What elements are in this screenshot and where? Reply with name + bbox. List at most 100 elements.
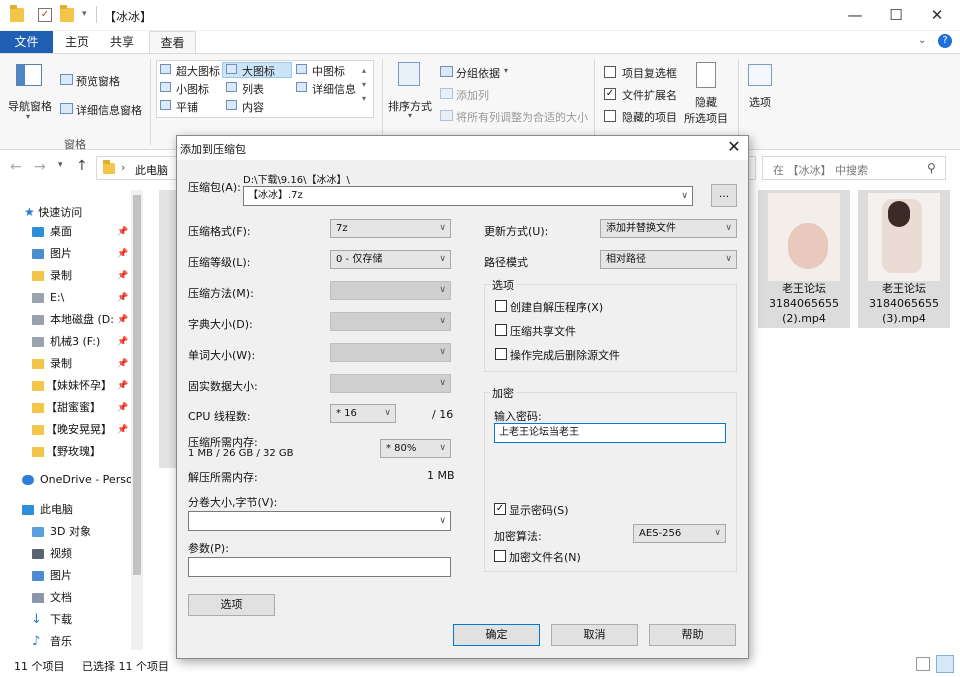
quick-access-dropdown-icon[interactable]: ▾	[82, 9, 87, 19]
nav-scrollbar-thumb[interactable]	[133, 195, 141, 575]
nav-item[interactable]: 机械3 (F:) 📌	[0, 332, 140, 352]
group-by-dropdown-icon[interactable]: ▾	[504, 66, 508, 75]
new-folder-icon[interactable]	[60, 5, 74, 22]
layout-list[interactable]: 列表	[242, 81, 264, 97]
search-input[interactable]: 在 【冰冰】 中搜索	[762, 156, 946, 180]
show-password-checkbox[interactable]: ✓	[494, 503, 506, 515]
nav-item[interactable]: 【甜蜜蜜】 📌	[0, 398, 140, 418]
layout-tiles[interactable]: 平铺	[176, 99, 198, 115]
breadcrumb-chevron-icon[interactable]: ›	[121, 161, 125, 174]
nav-pane-dropdown-icon[interactable]: ▾	[26, 112, 30, 121]
nav-item[interactable]: E:\ 📌	[0, 288, 140, 308]
tab-file[interactable]: 文件	[0, 31, 53, 53]
documents-icon	[32, 593, 44, 603]
nav-item[interactable]: 【晚安晃晃】 📌	[0, 420, 140, 440]
options-button[interactable]: 选项	[749, 94, 771, 110]
nav-item[interactable]: 视频	[0, 544, 140, 564]
memory-usage-select[interactable]: * 80% ∨	[380, 439, 451, 458]
item-checkboxes-checkbox[interactable]	[604, 66, 616, 78]
sort-by-icon[interactable]	[398, 62, 420, 86]
parameters-input[interactable]	[188, 557, 451, 577]
layout-content[interactable]: 内容	[242, 99, 264, 115]
group-by-icon[interactable]	[440, 66, 453, 77]
cancel-button[interactable]: 取消	[551, 624, 638, 646]
maximize-button[interactable]: ☐	[886, 5, 906, 25]
close-button[interactable]: ✕	[927, 5, 947, 25]
create-sfx-checkbox[interactable]	[495, 300, 507, 312]
hide-selected-button-line1[interactable]: 隐藏	[695, 94, 717, 110]
file-tile[interactable]: 老王论坛 3184065655 (3).mp4	[858, 190, 950, 328]
properties-icon[interactable]: ✓	[38, 8, 52, 22]
tab-share[interactable]: 共享	[102, 31, 142, 53]
breadcrumb-this-pc[interactable]: 此电脑	[135, 162, 168, 178]
nav-quick-access[interactable]: ★ 快速访问	[24, 202, 164, 222]
folder-icon	[10, 5, 24, 22]
hide-selected-button-line2[interactable]: 所选项目	[684, 110, 728, 126]
details-view-icon[interactable]	[916, 657, 930, 671]
details-pane-button[interactable]: 详细信息窗格	[76, 102, 142, 118]
encryption-method-select[interactable]: AES-256 ∨	[633, 524, 726, 543]
options-button[interactable]: 选项	[188, 594, 275, 616]
archive-name-input[interactable]: 【冰冰】.7z ∨	[243, 186, 693, 206]
nav-pane-icon[interactable]	[16, 64, 42, 86]
file-extensions-checkbox[interactable]: ✓	[604, 88, 616, 100]
group-by-button[interactable]: 分组依据	[456, 65, 500, 81]
help-button[interactable]: 帮助	[649, 624, 736, 646]
update-mode-select[interactable]: 添加并替换文件 ∨	[600, 219, 737, 238]
pin-icon: 📌	[117, 271, 129, 281]
ok-button[interactable]: 确定	[453, 624, 540, 646]
nav-item[interactable]: 3D 对象	[0, 522, 140, 542]
back-icon[interactable]: ←	[10, 159, 22, 175]
layout-medium-icons[interactable]: 中图标	[312, 63, 345, 79]
preview-pane-icon[interactable]	[60, 74, 73, 85]
nav-onedrive[interactable]: OneDrive - Perso	[0, 470, 140, 490]
download-icon: ↓	[31, 612, 42, 627]
help-icon[interactable]: ?	[938, 34, 952, 48]
collapse-ribbon-icon[interactable]: ⌄	[918, 35, 926, 46]
details-pane-icon[interactable]	[60, 103, 73, 114]
browse-button[interactable]: ...	[711, 184, 737, 207]
tab-home[interactable]: 主页	[57, 31, 97, 53]
layout-details[interactable]: 详细信息	[312, 81, 356, 97]
password-input[interactable]: 上老王论坛当老王	[494, 423, 726, 443]
forward-icon[interactable]: →	[34, 159, 46, 175]
nav-item[interactable]: 录制 📌	[0, 354, 140, 374]
nav-item[interactable]: 本地磁盘 (D: 📌	[0, 310, 140, 330]
chevron-down-icon: ∨	[439, 316, 446, 326]
nav-item[interactable]: 图片	[0, 566, 140, 586]
nav-item[interactable]: ♪ 音乐	[0, 632, 140, 652]
tab-view[interactable]: 查看	[149, 31, 196, 53]
up-icon[interactable]: ↑	[76, 158, 88, 174]
layout-scroll-icon[interactable]: ▴ ▾ ▾	[362, 64, 366, 106]
nav-item[interactable]: 桌面 📌	[0, 222, 140, 242]
options-icon[interactable]	[748, 64, 772, 86]
recent-locations-icon[interactable]: ▾	[58, 160, 63, 170]
layout-extra-large-icons[interactable]: 超大图标	[176, 63, 220, 79]
nav-item[interactable]: 文档	[0, 588, 140, 608]
compress-shared-checkbox[interactable]	[495, 324, 507, 336]
large-icons-view-icon[interactable]	[936, 655, 954, 673]
dialog-close-button[interactable]: ✕	[725, 138, 743, 156]
encryption-method-label: 加密算法:	[494, 530, 542, 543]
hide-selected-icon[interactable]	[696, 62, 716, 88]
nav-this-pc[interactable]: 此电脑	[0, 500, 140, 520]
nav-item[interactable]: 【野玫瑰】	[0, 442, 140, 462]
path-mode-select[interactable]: 相对路径 ∨	[600, 250, 737, 269]
format-select[interactable]: 7z ∨	[330, 219, 451, 238]
layout-small-icons[interactable]: 小图标	[176, 81, 209, 97]
nav-item[interactable]: ↓ 下载	[0, 610, 140, 630]
nav-item[interactable]: 【妹妹怀孕】 📌	[0, 376, 140, 396]
minimize-button[interactable]: —	[845, 5, 865, 25]
layout-large-icons[interactable]: 大图标	[242, 63, 275, 79]
sort-by-dropdown-icon[interactable]: ▾	[408, 111, 412, 120]
delete-after-checkbox[interactable]	[495, 348, 507, 360]
encrypt-names-checkbox[interactable]	[494, 550, 506, 562]
nav-item[interactable]: 图片 📌	[0, 244, 140, 264]
nav-item[interactable]: 录制 📌	[0, 266, 140, 286]
threads-select[interactable]: * 16 ∨	[330, 404, 396, 423]
file-tile[interactable]: 老王论坛 3184065655 (2).mp4	[758, 190, 850, 328]
hidden-items-checkbox[interactable]	[604, 110, 616, 122]
preview-pane-button[interactable]: 预览窗格	[76, 73, 120, 89]
split-volume-input[interactable]: ∨	[188, 511, 451, 531]
level-select[interactable]: 0 - 仅存储 ∨	[330, 250, 451, 269]
